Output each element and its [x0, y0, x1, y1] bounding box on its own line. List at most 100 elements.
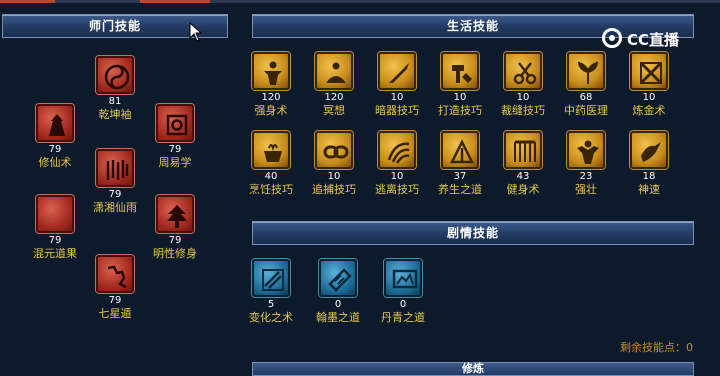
skill-level: 79 — [108, 189, 122, 200]
skill-level: 10 — [390, 92, 404, 103]
escape-icon[interactable] — [378, 131, 416, 169]
skill-level: 43 — [516, 171, 530, 182]
skill-name: 打造技巧 — [438, 104, 482, 117]
skill-name: 裁缝技巧 — [501, 104, 545, 117]
skill-name: 养生之道 — [438, 183, 482, 196]
remaining-points-label: 剩余技能点： — [620, 341, 686, 354]
skill-level: 120 — [324, 92, 344, 103]
skill-level: 79 — [168, 144, 182, 155]
skill-life-1[interactable]: 120 冥想 — [302, 52, 366, 118]
yin-yang-icon[interactable] — [96, 56, 134, 94]
skill-shimen-1[interactable]: 79 修仙术 — [23, 104, 87, 170]
skill-shimen-3[interactable]: 79 潇湘仙雨 — [83, 149, 147, 215]
rain-icon[interactable] — [96, 149, 134, 187]
skill-life-0[interactable]: 120 强身术 — [239, 52, 303, 118]
skill-name: 中药医理 — [564, 104, 608, 117]
skill-life-2[interactable]: 10 暗器技巧 — [365, 52, 429, 118]
cc-logo-icon — [602, 28, 622, 48]
muscle-icon[interactable] — [567, 131, 605, 169]
health-icon[interactable] — [441, 131, 479, 169]
skill-life-3[interactable]: 10 打造技巧 — [428, 52, 492, 118]
skill-level: 120 — [261, 92, 281, 103]
skill-name: 七星遁 — [98, 307, 132, 320]
skill-level: 79 — [108, 295, 122, 306]
hammer-icon[interactable] — [441, 52, 479, 90]
skill-name: 强身术 — [254, 104, 288, 117]
top-bar-segment — [0, 0, 55, 3]
skill-name: 混元道果 — [33, 247, 77, 260]
skill-level: 0 — [399, 299, 407, 310]
immortal-icon[interactable] — [36, 104, 74, 142]
seven-stars-icon[interactable] — [96, 255, 134, 293]
skill-name: 乾坤袖 — [98, 108, 132, 121]
speed-icon[interactable] — [630, 131, 668, 169]
skill-story-0[interactable]: 5 变化之术 — [239, 259, 303, 325]
skill-level: 37 — [453, 171, 467, 182]
remaining-points-value: 0 — [686, 341, 693, 354]
tree-icon[interactable] — [156, 195, 194, 233]
skill-level: 79 — [48, 235, 62, 246]
skill-level: 18 — [642, 171, 656, 182]
skill-life-7[interactable]: 40 烹饪技巧 — [239, 131, 303, 197]
skill-shimen-4[interactable]: 79 混元道果 — [23, 195, 87, 261]
cc-live-watermark: CC直播 — [600, 26, 700, 52]
skill-life-10[interactable]: 37 养生之道 — [428, 131, 492, 197]
scissors-icon[interactable] — [504, 52, 542, 90]
moon-orb-icon[interactable] — [36, 195, 74, 233]
skill-name: 周易学 — [158, 156, 192, 169]
skill-level: 81 — [108, 96, 122, 107]
skill-level: 0 — [334, 299, 342, 310]
pot-icon[interactable] — [252, 131, 290, 169]
skill-life-8[interactable]: 10 追捕技巧 — [302, 131, 366, 197]
skill-shimen-0[interactable]: 81 乾坤袖 — [83, 56, 147, 122]
dart-icon[interactable] — [378, 52, 416, 90]
transform-icon[interactable] — [252, 259, 290, 297]
skill-level: 23 — [579, 171, 593, 182]
skill-name: 明性修身 — [153, 247, 197, 260]
skill-story-1[interactable]: 0 翰墨之道 — [306, 259, 370, 325]
chain-icon[interactable] — [315, 131, 353, 169]
painting-icon[interactable] — [384, 259, 422, 297]
skill-life-6[interactable]: 10 炼金术 — [617, 52, 681, 118]
skill-name: 修仙术 — [38, 156, 72, 169]
skill-shimen-2[interactable]: 79 周易学 — [143, 104, 207, 170]
skill-name: 强壮 — [575, 183, 597, 196]
skill-story-2[interactable]: 0 丹青之道 — [371, 259, 435, 325]
fitness-icon[interactable] — [504, 131, 542, 169]
skill-name: 健身术 — [506, 183, 540, 196]
skill-life-4[interactable]: 10 裁缝技巧 — [491, 52, 555, 118]
ink-icon[interactable] — [319, 259, 357, 297]
skill-level: 79 — [48, 144, 62, 155]
skill-level: 79 — [168, 235, 182, 246]
mouse-cursor-icon — [189, 22, 203, 42]
watermark-text: CC直播 — [627, 31, 680, 49]
skill-level: 40 — [264, 171, 278, 182]
section-header-bottom: 修炼 — [252, 362, 694, 376]
skill-life-13[interactable]: 18 神速 — [617, 131, 681, 197]
skill-name: 丹青之道 — [381, 311, 425, 324]
skill-life-11[interactable]: 43 健身术 — [491, 131, 555, 197]
skill-name: 翰墨之道 — [316, 311, 360, 324]
skill-shimen-6[interactable]: 79 七星遁 — [83, 255, 147, 321]
skill-shimen-5[interactable]: 79 明性修身 — [143, 195, 207, 261]
remaining-points: 剩余技能点：0 — [620, 339, 693, 355]
skill-level: 5 — [267, 299, 275, 310]
skill-level: 10 — [516, 92, 530, 103]
skill-level: 10 — [327, 171, 341, 182]
skill-name: 暗器技巧 — [375, 104, 419, 117]
skill-life-12[interactable]: 23 强壮 — [554, 131, 618, 197]
skill-name: 炼金术 — [632, 104, 666, 117]
skill-level: 10 — [453, 92, 467, 103]
skill-level: 10 — [642, 92, 656, 103]
herb-icon[interactable] — [567, 52, 605, 90]
skill-name: 潇湘仙雨 — [93, 201, 137, 214]
skill-name: 逃离技巧 — [375, 183, 419, 196]
skill-life-5[interactable]: 68 中药医理 — [554, 52, 618, 118]
top-bar — [0, 0, 720, 3]
meditate-icon[interactable] — [315, 52, 353, 90]
body-icon[interactable] — [252, 52, 290, 90]
skill-life-9[interactable]: 10 逃离技巧 — [365, 131, 429, 197]
skill-level: 68 — [579, 92, 593, 103]
alchemy-icon[interactable] — [630, 52, 668, 90]
scroll-icon[interactable] — [156, 104, 194, 142]
